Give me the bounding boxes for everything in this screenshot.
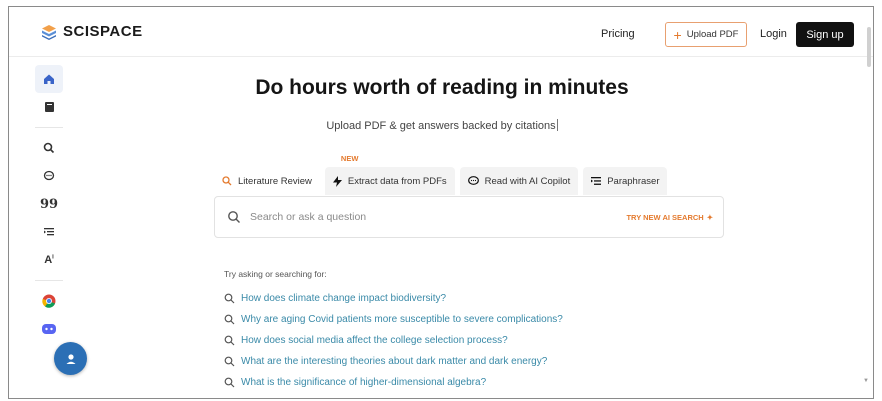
- pricing-link[interactable]: Pricing: [601, 28, 635, 40]
- suggestion-text: What is the significance of higher-dimen…: [241, 377, 487, 388]
- sparkle-icon: ✦: [706, 212, 713, 222]
- chrome-extension-icon[interactable]: [35, 287, 63, 315]
- page-title: Do hours worth of reading in minutes: [255, 76, 629, 99]
- suggestion-text: Why are aging Covid patients more suscep…: [241, 314, 563, 325]
- tab-extract-data[interactable]: NEW Extract data from PDFs: [324, 154, 455, 195]
- suggestion-list: How does climate change impact biodivers…: [224, 288, 563, 393]
- search-icon: [224, 314, 235, 325]
- tab-label: Read with AI Copilot: [484, 175, 571, 187]
- suggestion-item[interactable]: What are the interesting theories about …: [224, 351, 563, 372]
- support-chat-button[interactable]: [54, 342, 87, 375]
- suggestion-item[interactable]: What is the significance of higher-dimen…: [224, 372, 563, 393]
- try-ai-label: TRY NEW AI SEARCH: [626, 212, 704, 222]
- lightning-icon: [332, 175, 342, 187]
- brand-logo[interactable]: SCISPACE: [41, 23, 143, 40]
- left-sidebar: 99 Ai: [31, 65, 67, 343]
- login-link[interactable]: Login: [760, 28, 787, 40]
- suggestion-text: What are the interesting theories about …: [241, 356, 548, 367]
- page-subtitle: Upload PDF & get answers backed by citat…: [9, 119, 873, 132]
- upload-pdf-button[interactable]: + Upload PDF: [665, 22, 747, 47]
- search-icon: [224, 293, 235, 304]
- upload-pdf-label: Upload PDF: [686, 29, 739, 40]
- tab-label: Extract data from PDFs: [347, 175, 447, 187]
- search-icon: [224, 356, 235, 367]
- text-cursor: [556, 119, 558, 131]
- suggestions-heading: Try asking or searching for:: [224, 269, 327, 279]
- suggestion-item[interactable]: Why are aging Covid patients more suscep…: [224, 309, 563, 330]
- suggestion-item[interactable]: How does climate change impact biodivers…: [224, 288, 563, 309]
- paraphraser-icon[interactable]: [35, 218, 63, 246]
- literature-search-icon[interactable]: [35, 134, 63, 162]
- sign-up-button[interactable]: Sign up: [796, 22, 854, 47]
- tab-label: Literature Review: [238, 175, 312, 187]
- tool-tabs: Literature Review NEW Extract data from …: [214, 154, 668, 197]
- tab-read-with-ai-copilot[interactable]: Read with AI Copilot: [459, 167, 579, 195]
- app-window: SCISPACE Pricing + Upload PDF Login Sign…: [8, 6, 874, 399]
- scispace-logo-icon: [42, 24, 56, 40]
- try-new-ai-search-button[interactable]: TRY NEW AI SEARCH ✦: [626, 213, 713, 222]
- ai-detector-icon[interactable]: Ai: [35, 246, 63, 274]
- brand-name: SCISPACE: [63, 23, 143, 40]
- tab-paraphraser[interactable]: Paraphraser: [583, 167, 668, 195]
- top-header: SCISPACE Pricing + Upload PDF Login Sign…: [9, 7, 873, 67]
- paraphraser-icon: [591, 177, 602, 185]
- search-placeholder: Search or ask a question: [250, 211, 367, 223]
- tab-label: Paraphraser: [607, 175, 660, 187]
- page-scrollbar[interactable]: [867, 27, 871, 67]
- chat-pdf-icon[interactable]: [35, 162, 63, 190]
- suggestion-text: How does social media affect the college…: [241, 335, 508, 346]
- sidebar-divider: [35, 280, 63, 281]
- search-icon: [222, 176, 232, 186]
- chat-icon: [467, 176, 479, 185]
- citation-generator-icon[interactable]: 99: [35, 190, 63, 218]
- user-support-icon: [66, 353, 75, 364]
- search-icon: [224, 335, 235, 346]
- tab-literature-review[interactable]: Literature Review: [214, 167, 320, 195]
- search-input[interactable]: Search or ask a question TRY NEW AI SEAR…: [214, 196, 724, 238]
- suggestion-text: How does climate change impact biodivers…: [241, 293, 447, 304]
- search-icon: [224, 377, 235, 388]
- subtitle-text: Upload PDF & get answers backed by citat…: [326, 120, 556, 132]
- search-icon: [228, 211, 240, 223]
- new-badge: NEW: [340, 154, 359, 163]
- suggestion-item[interactable]: How does social media affect the college…: [224, 330, 563, 351]
- discord-icon[interactable]: [35, 315, 63, 343]
- scroll-down-arrow[interactable]: ▼: [863, 378, 869, 384]
- plus-icon: +: [673, 26, 682, 43]
